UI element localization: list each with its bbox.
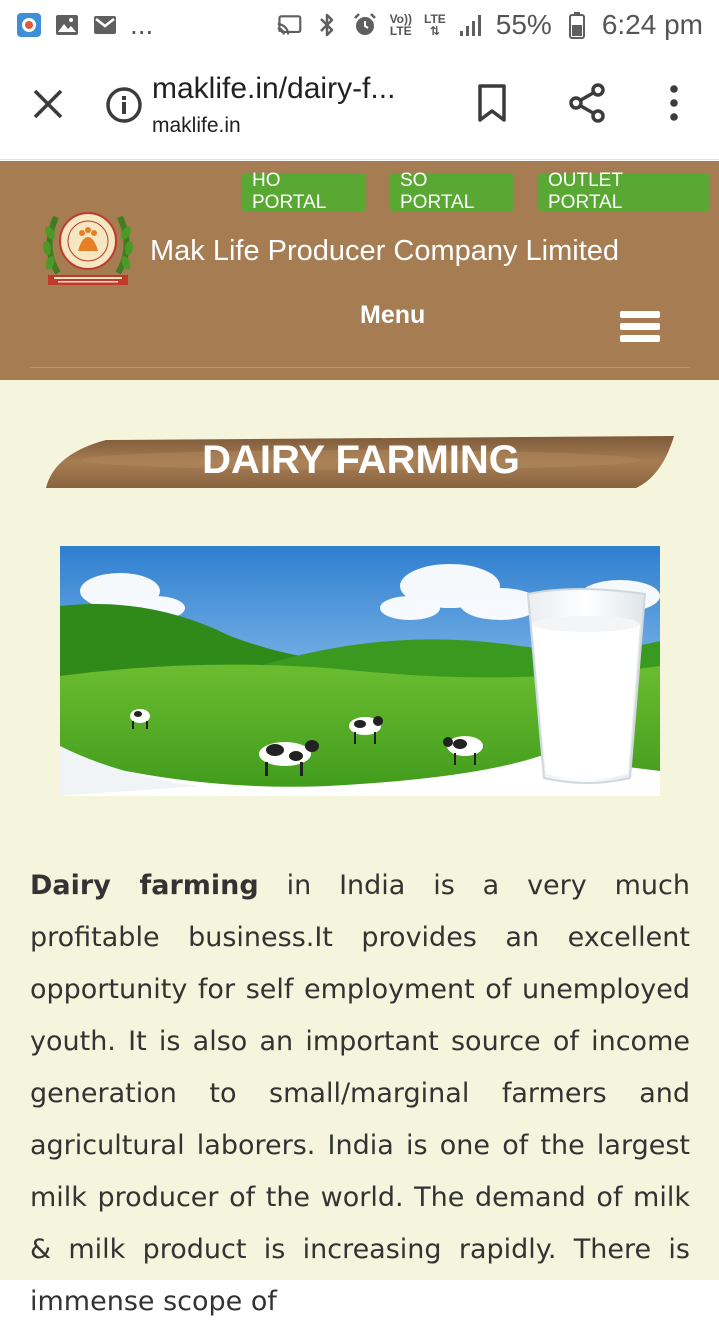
info-icon[interactable] (104, 85, 144, 125)
header-divider (30, 367, 690, 368)
hamburger-line (620, 311, 660, 318)
battery-percent: 55% (495, 9, 552, 40)
article-bold-lead: Dairy farming (30, 870, 259, 901)
bookmark-icon[interactable] (470, 80, 514, 126)
browser-toolbar: maklife.in/dairy-f... maklife.in (0, 50, 719, 160)
close-icon[interactable] (26, 82, 70, 126)
data-arrows-icon: ⇅ (429, 24, 440, 38)
page-url[interactable]: maklife.in/dairy-f... (152, 72, 395, 106)
hamburger-line (620, 323, 660, 330)
outlet-portal-button[interactable]: OUTLET PORTAL (538, 170, 710, 213)
volte-bottom-text: LTE (389, 24, 412, 38)
ho-portal-button[interactable]: HO PORTAL (242, 170, 366, 213)
status-right: Vo)) LTE LTE ⇅ 55% 6:24 pm (275, 9, 703, 41)
cast-icon (275, 12, 302, 38)
status-left: ... (16, 9, 153, 41)
site-header: HO PORTAL SO PORTAL OUTLET PORTAL Mak Li… (0, 161, 719, 380)
dairy-farming-hero-image (60, 546, 660, 796)
app-notification-icon (16, 12, 42, 38)
company-logo[interactable] (38, 203, 138, 295)
more-options-icon[interactable] (652, 80, 696, 126)
page-title: DAIRY FARMING (202, 438, 520, 482)
gallery-icon (54, 12, 80, 38)
signal-icon (458, 12, 484, 38)
lte-indicator: LTE ⇅ (424, 13, 446, 37)
alarm-icon (352, 12, 378, 38)
gmail-icon (92, 12, 118, 38)
clock: 6:24 pm (601, 9, 703, 40)
page-domain[interactable]: maklife.in (152, 114, 241, 138)
article-body-text: in India is a very much profitable busin… (30, 870, 690, 1317)
share-icon[interactable] (566, 80, 610, 126)
hamburger-line (620, 335, 660, 342)
company-name[interactable]: Mak Life Producer Company Limited (150, 235, 619, 268)
more-notifications-text: ... (130, 9, 154, 40)
menu-label[interactable]: Menu (360, 301, 425, 330)
status-bar: ... Vo)) LTE LTE ⇅ 55% 6:24 pm (0, 0, 719, 50)
volte-indicator: Vo)) LTE (390, 13, 412, 37)
bluetooth-icon (314, 12, 340, 38)
main-content: DAIRY FARMING Dairy farming in India is … (0, 380, 719, 1317)
battery-icon (564, 12, 590, 39)
so-portal-button[interactable]: SO PORTAL (390, 170, 514, 213)
article-paragraph: Dairy farming in India is a very much pr… (30, 860, 690, 1328)
hamburger-menu-icon[interactable] (620, 311, 660, 347)
